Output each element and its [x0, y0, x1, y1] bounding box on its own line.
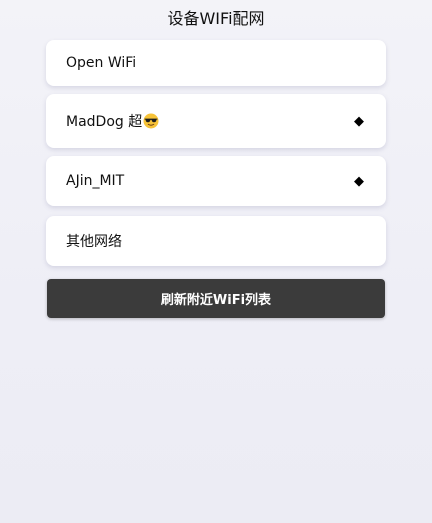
network-item-ajin-mit[interactable]: AJin_MIT ◆ — [46, 156, 386, 206]
network-item-open-wifi[interactable]: Open WiFi — [46, 40, 386, 86]
network-item-other[interactable]: 其他网络 — [46, 216, 386, 266]
refresh-wifi-list-button[interactable]: 刷新附近WiFi列表 — [47, 279, 385, 318]
sunglasses-emoji-icon — [143, 113, 159, 129]
lock-icon: ◆ — [354, 113, 364, 129]
network-name: 其他网络 — [66, 234, 122, 250]
network-name: Open WiFi — [66, 55, 137, 71]
page-title: 设备WIFi配网 — [167, 9, 265, 28]
lock-icon: ◆ — [354, 173, 364, 189]
network-name: AJin_MIT — [66, 173, 125, 189]
network-item-maddog[interactable]: MadDog 超 ◆ — [46, 94, 386, 148]
network-name: MadDog 超 — [66, 114, 143, 130]
